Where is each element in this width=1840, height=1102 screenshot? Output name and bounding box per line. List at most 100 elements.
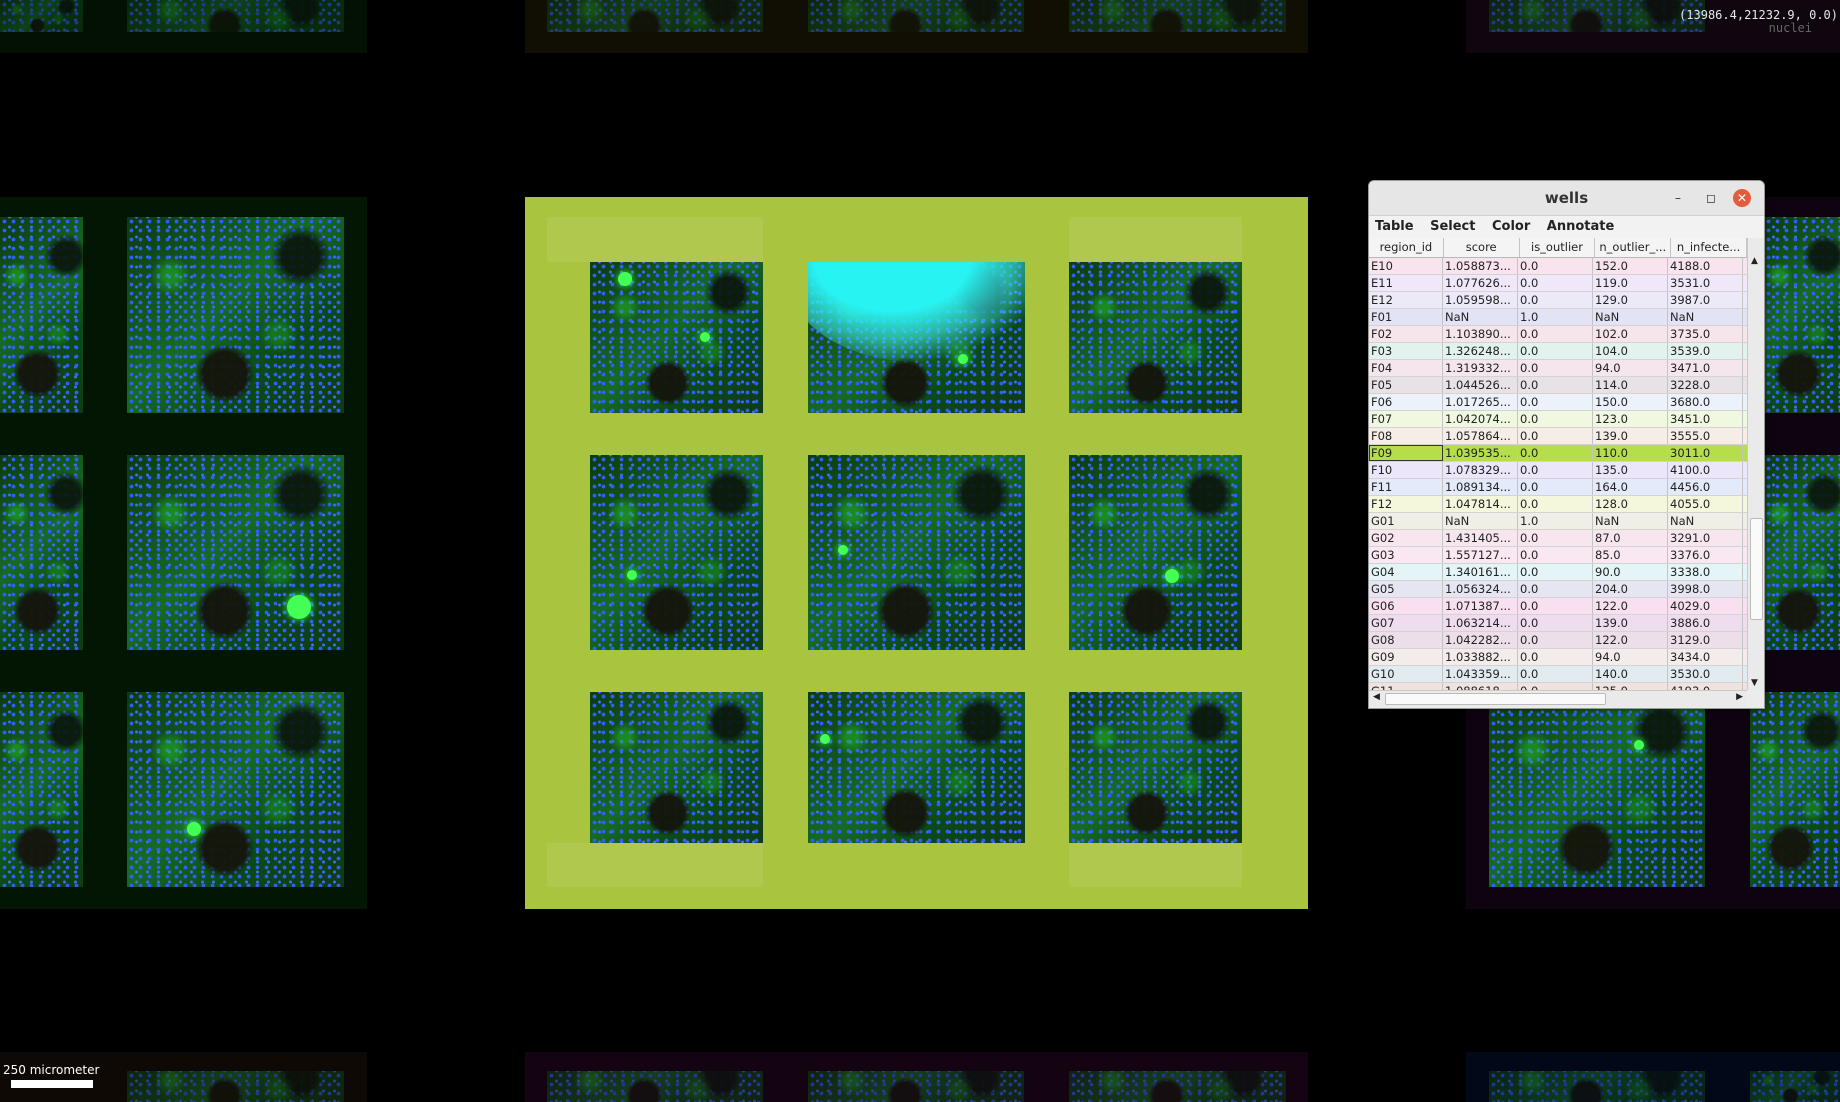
table-cell[interactable]: 4188.0 [1668, 258, 1743, 274]
table-cell[interactable]: G01 [1369, 513, 1443, 529]
table-cell[interactable]: F06 [1369, 394, 1443, 410]
table-cell[interactable]: 1.017265... [1443, 394, 1518, 410]
table-cell[interactable]: 90.0 [1593, 564, 1668, 580]
scroll-up-icon[interactable]: ▲ [1751, 256, 1758, 266]
table-row[interactable]: F07 1.042074... 0.0 123.0 3451.0 [1369, 411, 1747, 428]
table-row[interactable]: F02 1.103890... 0.0 102.0 3735.0 [1369, 326, 1747, 343]
table-cell[interactable]: G06 [1369, 598, 1443, 614]
column-header-is-outlier[interactable]: is_outlier [1520, 238, 1596, 257]
table-cell[interactable]: 1.043359... [1443, 666, 1518, 682]
table-row[interactable]: G10 1.043359... 0.0 140.0 3530.0 [1369, 666, 1747, 683]
table-row[interactable]: F05 1.044526... 0.0 114.0 3228.0 [1369, 377, 1747, 394]
table-cell[interactable]: 3998.0 [1668, 581, 1743, 597]
table-cell[interactable]: 139.0 [1593, 428, 1668, 444]
table-row[interactable]: G06 1.071387... 0.0 122.0 4029.0 [1369, 598, 1747, 615]
table-cell[interactable]: 0.0 [1518, 581, 1593, 597]
table-cell[interactable]: 3376.0 [1668, 547, 1743, 563]
table-cell[interactable]: E11 [1369, 275, 1443, 291]
table-row[interactable]: E11 1.077626... 0.0 119.0 3531.0 [1369, 275, 1747, 292]
table-row[interactable]: G07 1.063214... 0.0 139.0 3886.0 [1369, 615, 1747, 632]
menu-select[interactable]: Select [1424, 216, 1481, 237]
table-cell[interactable]: 3531.0 [1668, 275, 1743, 291]
table-cell[interactable]: F12 [1369, 496, 1443, 512]
menu-annotate[interactable]: Annotate [1541, 216, 1621, 237]
table-row[interactable]: F08 1.057864... 0.0 139.0 3555.0 [1369, 428, 1747, 445]
table-cell[interactable]: 1.103890... [1443, 326, 1518, 342]
table-row[interactable]: G04 1.340161... 0.0 90.0 3338.0 [1369, 564, 1747, 581]
table-cell[interactable]: 3735.0 [1668, 326, 1743, 342]
table-cell[interactable]: 122.0 [1593, 598, 1668, 614]
table-cell[interactable]: F04 [1369, 360, 1443, 376]
table-row[interactable]: F03 1.326248... 0.0 104.0 3539.0 [1369, 343, 1747, 360]
table-cell[interactable]: F08 [1369, 428, 1443, 444]
table-cell[interactable]: 204.0 [1593, 581, 1668, 597]
table-cell[interactable]: G05 [1369, 581, 1443, 597]
table-row[interactable]: F09 1.039535... 0.0 110.0 3011.0 [1369, 445, 1747, 462]
close-icon[interactable]: ✕ [1733, 189, 1751, 207]
table-cell[interactable]: 164.0 [1593, 479, 1668, 495]
table-row[interactable]: F10 1.078329... 0.0 135.0 4100.0 [1369, 462, 1747, 479]
table-cell[interactable]: F01 [1369, 309, 1443, 325]
table-row[interactable]: E10 1.058873... 0.0 152.0 4188.0 [1369, 258, 1747, 275]
table-cell[interactable]: 85.0 [1593, 547, 1668, 563]
table-cell[interactable]: G02 [1369, 530, 1443, 546]
table-cell[interactable]: 110.0 [1593, 445, 1668, 461]
table-cell[interactable]: F05 [1369, 377, 1443, 393]
table-cell[interactable]: F09 [1369, 445, 1443, 461]
table-cell[interactable]: 1.0 [1518, 309, 1593, 325]
table-cell[interactable]: 1.039535... [1443, 445, 1518, 461]
table-cell[interactable]: 123.0 [1593, 411, 1668, 427]
table-cell[interactable]: NaN [1593, 309, 1668, 325]
table-cell[interactable]: F02 [1369, 326, 1443, 342]
table-cell[interactable]: 0.0 [1518, 530, 1593, 546]
table-cell[interactable]: E12 [1369, 292, 1443, 308]
table-cell[interactable]: F10 [1369, 462, 1443, 478]
table-cell[interactable]: 0.0 [1518, 564, 1593, 580]
table-cell[interactable]: 94.0 [1593, 649, 1668, 665]
table-cell[interactable]: G10 [1369, 666, 1443, 682]
table-cell[interactable]: 0.0 [1518, 343, 1593, 359]
table-cell[interactable]: F07 [1369, 411, 1443, 427]
table-cell[interactable]: NaN [1668, 513, 1743, 529]
table-cell[interactable]: 1.431405... [1443, 530, 1518, 546]
table-cell[interactable]: 140.0 [1593, 666, 1668, 682]
horizontal-scroll-thumb[interactable] [1385, 693, 1606, 705]
table-row[interactable]: F01 NaN 1.0 NaN NaN [1369, 309, 1747, 326]
table-row[interactable]: G08 1.042282... 0.0 122.0 3129.0 [1369, 632, 1747, 649]
table-cell[interactable]: 122.0 [1593, 632, 1668, 648]
table-cell[interactable]: 0.0 [1518, 598, 1593, 614]
table-cell[interactable]: 87.0 [1593, 530, 1668, 546]
table-cell[interactable]: 0.0 [1518, 479, 1593, 495]
table-cell[interactable]: 0.0 [1518, 292, 1593, 308]
table-row[interactable]: G05 1.056324... 0.0 204.0 3998.0 [1369, 581, 1747, 598]
table-cell[interactable]: 1.340161... [1443, 564, 1518, 580]
column-header-score[interactable]: score [1444, 238, 1520, 257]
column-header-n-outlier[interactable]: n_outlier_... [1595, 238, 1672, 257]
table-row[interactable]: F11 1.089134... 0.0 164.0 4456.0 [1369, 479, 1747, 496]
table-cell[interactable]: 1.056324... [1443, 581, 1518, 597]
menu-color[interactable]: Color [1486, 216, 1536, 237]
table-cell[interactable]: 0.0 [1518, 547, 1593, 563]
column-header-region-id[interactable]: region_id [1369, 238, 1444, 257]
horizontal-scrollbar[interactable]: ◀ ▶ [1369, 690, 1747, 707]
table-cell[interactable]: F11 [1369, 479, 1443, 495]
table-cell[interactable]: 129.0 [1593, 292, 1668, 308]
table-cell[interactable]: 1.042282... [1443, 632, 1518, 648]
table-cell[interactable]: 1.0 [1518, 513, 1593, 529]
table-cell[interactable]: G09 [1369, 649, 1443, 665]
table-cell[interactable]: 3451.0 [1668, 411, 1743, 427]
table-cell[interactable]: 150.0 [1593, 394, 1668, 410]
table-cell[interactable]: 0.0 [1518, 275, 1593, 291]
column-header-n-infected[interactable]: n_infecte... [1671, 238, 1747, 257]
table-cell[interactable]: F03 [1369, 343, 1443, 359]
table-cell[interactable]: 0.0 [1518, 326, 1593, 342]
table-row[interactable]: E12 1.059598... 0.0 129.0 3987.0 [1369, 292, 1747, 309]
window-titlebar[interactable]: wells – ◻ ✕ [1369, 181, 1764, 216]
scroll-right-icon[interactable]: ▶ [1736, 692, 1743, 702]
table-cell[interactable]: 0.0 [1518, 632, 1593, 648]
table-cell[interactable]: 3530.0 [1668, 666, 1743, 682]
table-row[interactable]: G09 1.033882... 0.0 94.0 3434.0 [1369, 649, 1747, 666]
table-cell[interactable]: 3680.0 [1668, 394, 1743, 410]
menu-table[interactable]: Table [1369, 216, 1420, 237]
table-cell[interactable]: 0.0 [1518, 394, 1593, 410]
